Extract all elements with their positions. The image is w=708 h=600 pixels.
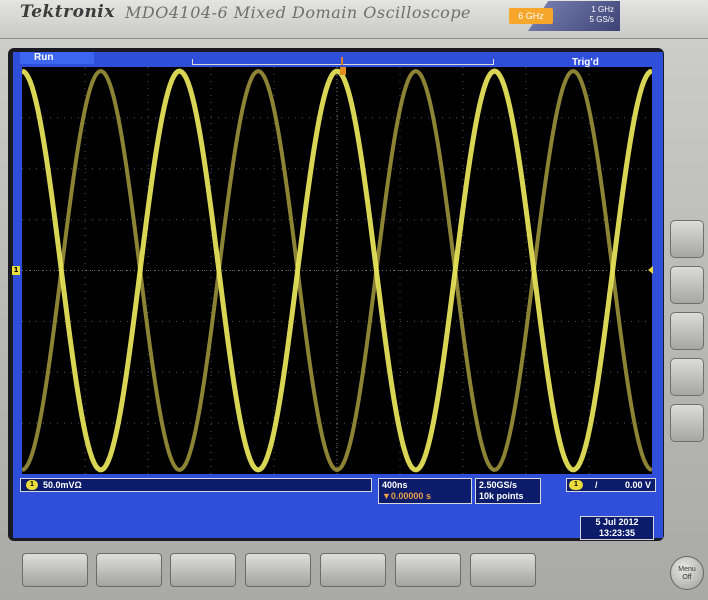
brand-logo: Tektronix [20,2,115,22]
rf-badge: 6 GHz [509,8,553,24]
bottom-menu-button-6[interactable] [395,553,461,587]
record-trigger-tick [341,57,343,65]
acquisition-status[interactable]: Run [20,52,94,64]
side-menu-button-4[interactable] [670,358,704,396]
record-view-bar [192,59,494,65]
date-text: 5 Jul 2012 [595,517,639,527]
trigger-slope-icon: / [595,480,598,490]
trigger-readout[interactable]: 1 / 0.00 V [566,478,656,492]
menu-label: Menu [678,566,696,573]
side-menu-button-3[interactable] [670,312,704,350]
channel1-scale: 50.0mVΩ [43,480,82,490]
side-menu-button-2[interactable] [670,266,704,304]
menu-off-button[interactable]: Menu Off [670,556,704,590]
trigger-level-marker[interactable] [648,266,653,274]
front-panel-header: Tektronix MDO4104-6 Mixed Domain Oscillo… [0,0,708,39]
record-length: 10k points [479,491,524,501]
trigger-position-marker[interactable] [340,67,346,75]
graticule-svg [22,67,652,474]
trigger-level: 0.00 V [624,480,651,490]
bottom-menu-button-7[interactable] [470,553,536,587]
bottom-menu-button-3[interactable] [170,553,236,587]
time-text: 13:23:35 [598,528,636,538]
off-label: Off [682,574,692,581]
acquisition-readout[interactable]: 2.50GS/s 10k points [475,478,541,504]
channel1-badge: 1 [26,480,38,490]
date-time-readout: 5 Jul 2012 13:23:35 [580,516,654,540]
model-title: MDO4104-6 Mixed Domain Oscilloscope [125,3,471,22]
trigger-source-badge: 1 [569,480,583,490]
bottom-menu-button-1[interactable] [22,553,88,587]
side-menu-button-5[interactable] [670,404,704,442]
product-name: Mixed Domain Oscilloscope [233,3,472,22]
timebase-readout[interactable]: 400ns ▼0.00000 s [378,478,472,504]
bottom-menu-button-4[interactable] [245,553,311,587]
readout-bar: 1 50.0mVΩ 400ns ▼0.00000 s 2.50GS/s 10k … [20,478,658,518]
sample-rate: 2.50GS/s [479,480,518,490]
waveform-graticule[interactable] [22,67,652,474]
model-number: MDO4104-6 [125,3,229,22]
channel1-ground-marker[interactable]: 1 [12,266,20,275]
horizontal-delay: ▼0.00000 s [382,491,431,501]
bottom-menu-button-5[interactable] [320,553,386,587]
side-menu-button-1[interactable] [670,220,704,258]
channel1-readout[interactable]: 1 50.0mVΩ [20,478,372,492]
bottom-menu-button-2[interactable] [96,553,162,587]
horizontal-scale: 400ns [382,480,408,490]
